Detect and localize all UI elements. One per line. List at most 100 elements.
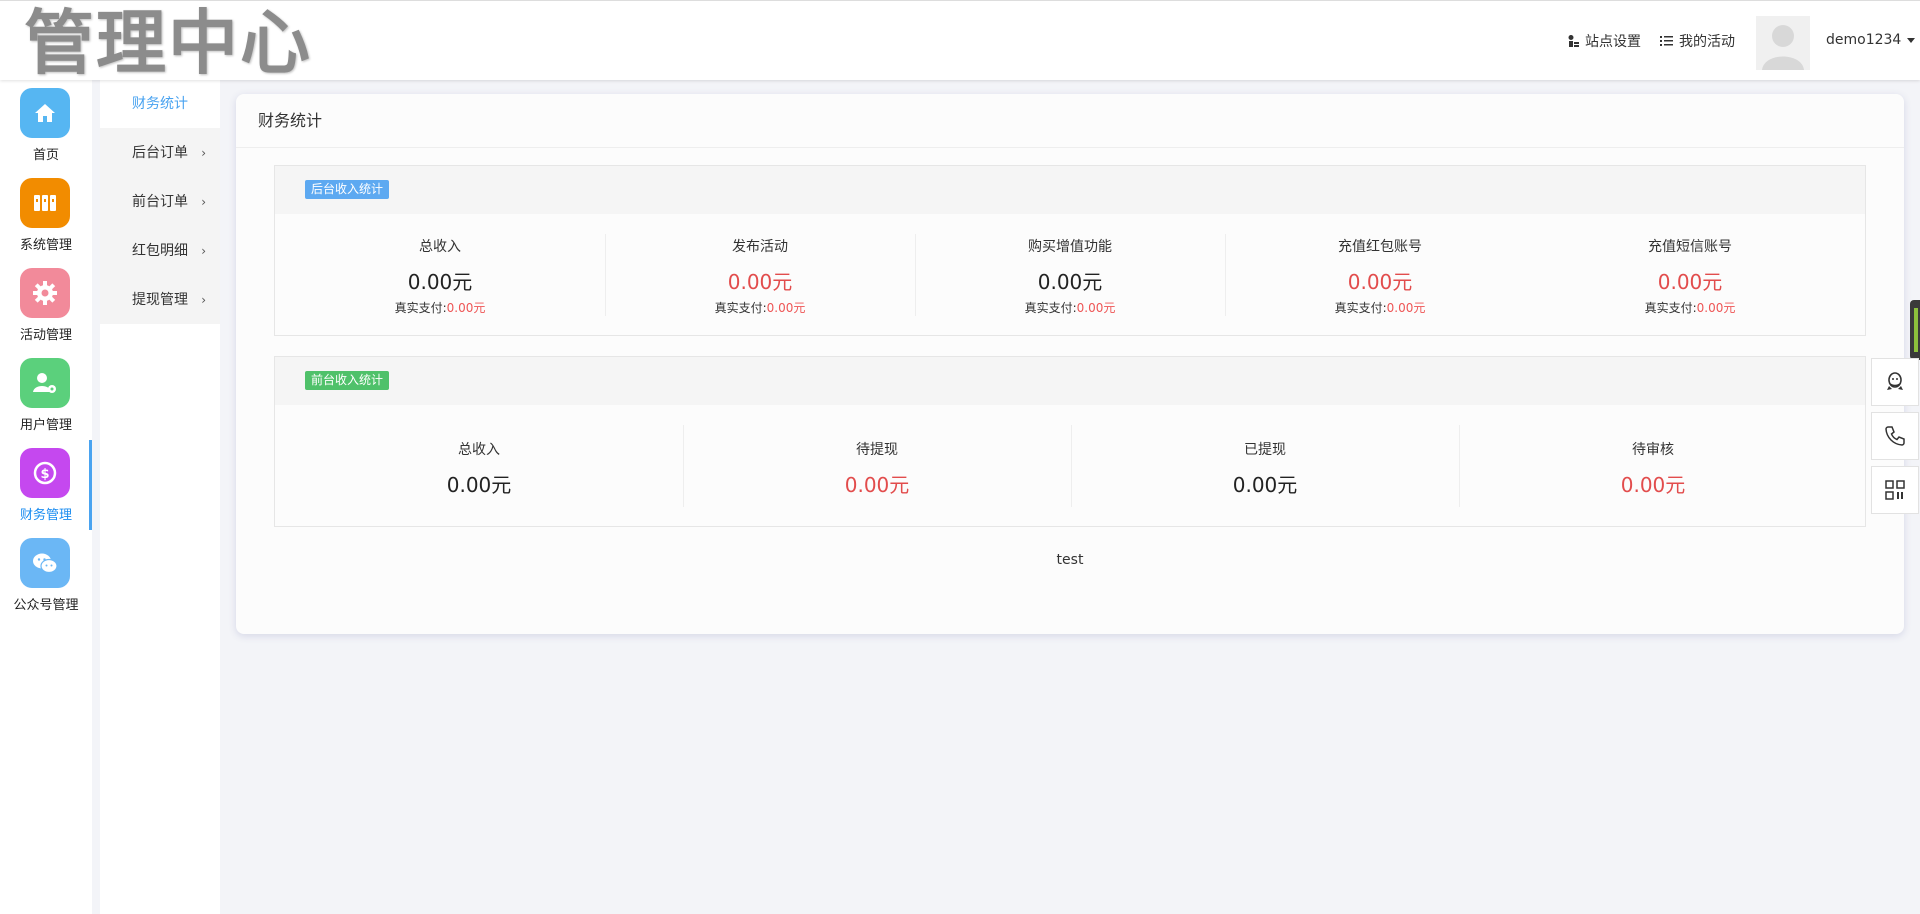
subnav-item-backend-orders[interactable]: 后台订单 › — [100, 129, 220, 177]
sidebar-item-label: 系统管理 — [19, 238, 72, 253]
stat-title: 总收入 — [458, 442, 500, 458]
sub-sidebar: 财务统计 后台订单 › 前台订单 › 红包明细 › 提现管理 › — [100, 80, 220, 914]
subnav-item-withdrawal[interactable]: 提现管理 › — [100, 276, 220, 324]
stat-withdrawn: 已提现 0.00元 — [1071, 439, 1459, 498]
subnav-item-finance-stats[interactable]: 财务统计 — [100, 80, 220, 128]
stat-total-income: 总收入 0.00元 真实支付:0.00元 — [275, 236, 605, 316]
qrcode-button[interactable] — [1871, 466, 1919, 514]
my-activity-link[interactable]: 我的活动 — [1660, 31, 1735, 51]
paid-label: 真实支付: — [1644, 301, 1697, 315]
avatar-placeholder-icon — [1756, 16, 1810, 70]
stat-title: 充值红包账号 — [1338, 239, 1422, 255]
stat-value: 0.00元 — [446, 473, 512, 497]
grid-icon — [20, 178, 70, 228]
stat-paid: 真实支付:0.00元 — [915, 299, 1225, 316]
user-menu[interactable]: demo1234 — [1826, 32, 1916, 48]
paid-value: 0.00元 — [1696, 301, 1736, 315]
stat-title: 充值短信账号 — [1648, 239, 1732, 255]
stat-title: 已提现 — [1244, 442, 1286, 458]
paid-value: 0.00元 — [1386, 301, 1426, 315]
gear-icon — [20, 268, 70, 318]
finance-stats-card: 财务统计 后台收入统计 总收入 0.00元 真实支付:0.00元 发布活动 0.… — [236, 94, 1904, 634]
avatar[interactable] — [1756, 16, 1810, 70]
stat-title: 待提现 — [856, 442, 898, 458]
stat-paid: 真实支付:0.00元 — [275, 299, 605, 316]
subnav-item-frontend-orders[interactable]: 前台订单 › — [100, 178, 220, 226]
subnav-item-label: 财务统计 — [132, 96, 188, 112]
sidebar-item-label: 用户管理 — [19, 418, 72, 433]
wechat-icon — [20, 538, 70, 588]
stat-paid: 真实支付:0.00元 — [1535, 299, 1845, 316]
subnav-item-label: 后台订单 — [132, 145, 188, 161]
stat-paid: 真实支付:0.00元 — [605, 299, 915, 316]
stat-value: 0.00元 — [407, 270, 473, 294]
paid-value: 0.00元 — [446, 301, 486, 315]
phone-icon — [1885, 426, 1905, 446]
backend-income-tag: 后台收入统计 — [305, 180, 390, 199]
qrcode-icon — [1885, 480, 1905, 500]
site-settings-label: 站点设置 — [1585, 34, 1641, 50]
panel-header: 前台收入统计 — [275, 357, 1865, 405]
user-settings-icon — [20, 358, 70, 408]
stat-value: 0.00元 — [727, 270, 793, 294]
frontend-income-panel: 前台收入统计 总收入 0.00元 待提现 0.00元 已提现 0.00元 待审核… — [274, 356, 1866, 527]
page-title: 财务统计 — [236, 94, 1904, 148]
stat-value: 0.00元 — [1347, 270, 1413, 294]
sidebar-item-system[interactable]: 系统管理 — [0, 170, 92, 260]
stat-value: 0.00元 — [1657, 270, 1723, 294]
app-logo: 管理中心 — [24, 2, 312, 84]
chevron-right-icon: › — [201, 293, 206, 307]
paid-label: 真实支付: — [1334, 301, 1387, 315]
stat-value: 0.00元 — [844, 473, 910, 497]
sidebar-item-users[interactable]: 用户管理 — [0, 350, 92, 440]
chevron-right-icon: › — [201, 195, 206, 209]
sidebar-item-label: 首页 — [32, 148, 59, 163]
site-settings-icon — [1566, 34, 1580, 48]
main-sidebar: 首页 系统管理 活动管理 用户管理 $ 财务管理 公众号管理 — [0, 80, 92, 914]
chevron-right-icon: › — [201, 244, 206, 258]
list-icon — [1660, 34, 1674, 48]
stat-title: 发布活动 — [732, 239, 788, 255]
home-icon — [20, 88, 70, 138]
sidebar-item-activity[interactable]: 活动管理 — [0, 260, 92, 350]
paid-label: 真实支付: — [714, 301, 767, 315]
subnav-item-label: 红包明细 — [132, 243, 188, 259]
site-settings-link[interactable]: 站点设置 — [1566, 31, 1641, 51]
subnav-item-label: 前台订单 — [132, 194, 188, 210]
handle-indicator — [1914, 308, 1918, 352]
paid-label: 真实支付: — [394, 301, 447, 315]
sidebar-item-wechat[interactable]: 公众号管理 — [0, 530, 92, 620]
edge-drag-handle[interactable] — [1910, 300, 1920, 360]
sidebar-item-finance[interactable]: $ 财务管理 — [0, 440, 92, 530]
paid-label: 真实支付: — [1024, 301, 1077, 315]
stat-title: 总收入 — [419, 239, 461, 255]
subnav-item-redpacket-details[interactable]: 红包明细 › — [100, 227, 220, 275]
sidebar-item-label: 公众号管理 — [13, 598, 79, 613]
stat-title: 待审核 — [1632, 442, 1674, 458]
dollar-icon: $ — [20, 448, 70, 498]
svg-text:$: $ — [40, 467, 49, 482]
sidebar-item-home[interactable]: 首页 — [0, 80, 92, 170]
stat-value: 0.00元 — [1232, 473, 1298, 497]
stat-pending-review: 待审核 0.00元 — [1459, 439, 1847, 498]
frontend-income-tag: 前台收入统计 — [305, 371, 390, 390]
stat-redpacket-recharge: 充值红包账号 0.00元 真实支付:0.00元 — [1225, 236, 1535, 316]
qq-icon — [1887, 372, 1903, 390]
chevron-right-icon: › — [201, 146, 206, 160]
top-header: 管理中心 站点设置 我的活动 demo1234 — [0, 0, 1920, 84]
stat-pending-withdrawal: 待提现 0.00元 — [683, 439, 1071, 498]
stat-value-added: 购买增值功能 0.00元 真实支付:0.00元 — [915, 236, 1225, 316]
username-label: demo1234 — [1826, 32, 1902, 48]
stat-value: 0.00元 — [1037, 270, 1103, 294]
phone-contact-button[interactable] — [1871, 412, 1919, 460]
backend-income-panel: 后台收入统计 总收入 0.00元 真实支付:0.00元 发布活动 0.00元 真… — [274, 165, 1866, 336]
subnav-item-label: 提现管理 — [132, 292, 188, 308]
chevron-down-icon — [1907, 37, 1916, 43]
footer-text: test — [1056, 552, 1084, 568]
stat-value: 0.00元 — [1620, 473, 1686, 497]
qq-contact-button[interactable] — [1871, 358, 1919, 406]
sidebar-item-label: 活动管理 — [19, 328, 72, 343]
paid-value: 0.00元 — [1076, 301, 1116, 315]
paid-value: 0.00元 — [766, 301, 806, 315]
stat-sms-recharge: 充值短信账号 0.00元 真实支付:0.00元 — [1535, 236, 1845, 316]
